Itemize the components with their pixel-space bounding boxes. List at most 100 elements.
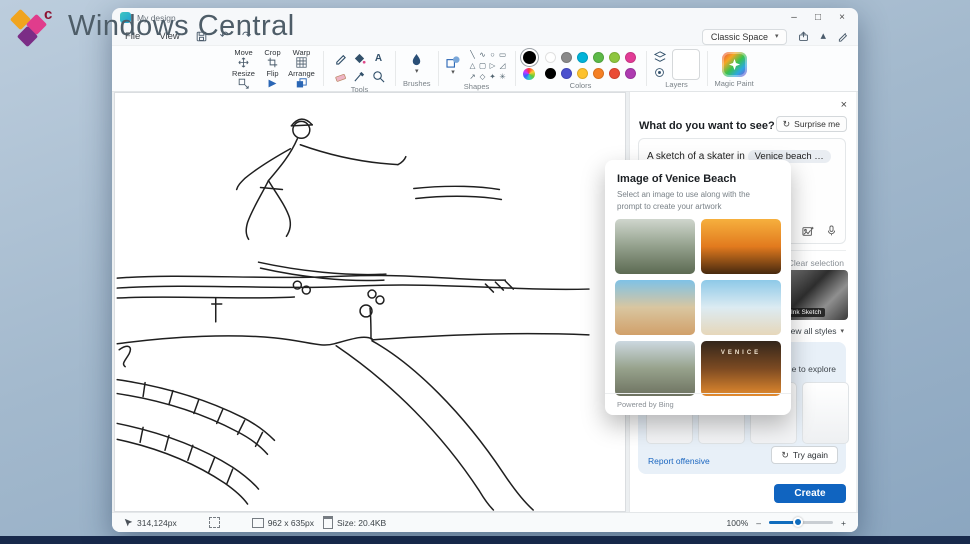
shape-glyph[interactable]: ◇ [480,73,486,81]
venice-sign-sunset[interactable]: VENICE [701,341,781,396]
close-button[interactable]: × [830,9,854,26]
shape-glyph[interactable]: △ [470,62,476,70]
shape-glyph[interactable]: ✦ [489,73,495,81]
titlebar: My design – □ × [112,8,858,28]
shape-glyph[interactable]: ✳ [499,73,505,81]
share-icon[interactable] [798,31,809,42]
brush-tool[interactable]: ▾ [410,53,423,75]
result-sketch-4[interactable] [802,382,849,444]
crop-tool[interactable]: Crop [258,49,287,70]
layers-group: Layers [647,46,707,91]
color-swatch[interactable] [593,68,604,79]
shape-glyph[interactable]: ▭ [499,51,506,59]
maximize-button[interactable]: □ [806,9,830,26]
zoom-slider-thumb[interactable] [793,517,803,527]
undo-icon[interactable]: ↶ [220,31,229,42]
chevron-down-icon: ▾ [840,328,844,335]
color-swatch[interactable] [609,68,620,79]
shape-picker[interactable]: ▾ [446,55,461,76]
color-swatch[interactable] [545,52,556,63]
add-image-icon[interactable] [802,226,814,237]
venice-lifeguard-tower[interactable] [701,280,781,335]
text-tool[interactable]: A [375,53,382,64]
collapse-ribbon-icon[interactable]: ▴ [820,31,826,42]
cursor-icon [124,518,133,528]
menu-view[interactable]: View [156,30,182,43]
clear-selection-link[interactable]: Clear selection [788,258,844,268]
report-offensive-link[interactable]: Report offensive [648,456,710,466]
zoom-level: 100% [727,518,749,528]
canvas-size-icon [252,518,264,528]
venice-palm-trees-hazy[interactable] [615,341,695,396]
venice-boardwalk-buildings[interactable] [615,280,695,335]
shape-glyph[interactable]: ▷ [490,62,496,70]
venice-sunset-skatepark[interactable] [701,219,781,274]
create-button[interactable]: Create [774,484,846,503]
color-swatch[interactable] [577,68,588,79]
zoom-out-button[interactable]: – [756,518,761,528]
selected-color-swatch[interactable] [523,51,536,64]
color-swatch[interactable] [593,52,604,63]
color-swatch[interactable] [625,68,636,79]
chevron-down-icon[interactable]: ▾ [451,69,455,76]
color-swatch[interactable] [561,52,572,63]
magic-paint-group: Magic Paint [708,46,761,91]
shape-glyph[interactable]: ↗ [469,73,475,81]
microphone-icon[interactable] [826,225,837,237]
flip-icon [269,80,277,88]
drawing-canvas[interactable] [114,92,626,512]
chevron-down-icon[interactable]: ▾ [415,68,419,75]
eraser-tool[interactable] [334,70,347,83]
minimize-button[interactable]: – [782,9,806,26]
view-all-styles-link[interactable]: View all styles ▾ [783,326,844,336]
shape-glyph[interactable]: ▢ [479,62,486,70]
magnifier-tool[interactable] [372,70,385,83]
layer-thumbnail[interactable] [672,49,700,80]
fill-tool[interactable] [353,52,366,65]
warp-tool[interactable]: Warp [287,49,316,70]
arrange-tool[interactable]: Arrange [287,70,316,91]
color-palette-row-1 [543,49,639,65]
fill-bucket-icon [355,53,364,62]
pen-settings-icon[interactable] [837,31,848,42]
menubar: File View ↶ ↷ Classic Space ▾ ▴ [112,28,858,45]
menu-file[interactable]: File [122,30,143,43]
save-icon[interactable] [196,31,207,42]
color-swatch[interactable] [609,52,620,63]
pencil-tool[interactable] [334,52,347,65]
move-tool[interactable]: Move [229,49,258,70]
cocreator-title: What do you want to see? [639,120,775,132]
zoom-slider[interactable] [769,521,833,524]
pencil-icon [337,55,345,63]
color-swatch[interactable] [625,52,636,63]
file-size: Size: 20.4KB [337,518,386,528]
shape-glyph[interactable]: ∿ [479,51,485,59]
color-swatch[interactable] [577,52,588,63]
redo-icon[interactable]: ↷ [242,31,251,42]
flip-tool[interactable]: Flip [258,70,287,91]
surprise-me-button[interactable]: ↻ Surprise me [776,116,847,132]
shape-glyph[interactable]: ◿ [500,62,506,70]
colors-group: Colors [516,46,646,91]
eyedropper-tool[interactable] [353,70,366,83]
style-preset-dropdown[interactable]: Classic Space ▾ [702,29,788,45]
try-again-button[interactable]: ↻ Try again [771,446,838,464]
color-wheel-icon[interactable] [523,68,535,80]
copilot-target-icon[interactable] [654,67,665,78]
resize-tool[interactable]: Resize [229,70,258,91]
color-swatch[interactable] [561,68,572,79]
colors-group-label: Colors [570,81,592,92]
chip-more-icon[interactable]: … [814,151,824,162]
shape-glyph[interactable]: ○ [490,51,495,59]
venice-beach-path-palms[interactable] [615,219,695,274]
close-icon[interactable]: × [841,100,847,111]
style-thumbnail-ink-sketch[interactable]: Ink Sketch [784,270,848,320]
color-swatch[interactable] [545,68,556,79]
shape-glyph[interactable]: ╲ [470,51,475,59]
statusbar: 314,124px 962 x 635px Size: 20.4KB 100% … [112,512,858,532]
popup-title: Image of Venice Beach [605,160,791,189]
sparkle-icon [729,58,740,69]
magic-paint-button[interactable] [722,52,747,77]
layers-stack-icon[interactable] [654,51,666,63]
zoom-in-button[interactable]: + [841,518,846,528]
